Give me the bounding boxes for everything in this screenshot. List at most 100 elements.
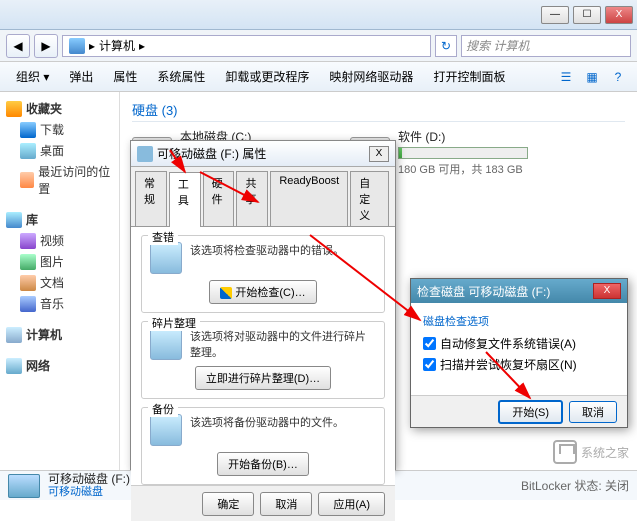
group-title: 查错 [148, 229, 178, 245]
checkdisk-title: 检查磁盘 可移动磁盘 (F:) [417, 283, 593, 300]
checkdisk-body: 磁盘检查选项 自动修复文件系统错误(A) 扫描并尝试恢复坏扇区(N) [411, 303, 627, 395]
preview-icon[interactable]: ▦ [581, 66, 603, 88]
sidebar: 收藏夹下载桌面最近访问的位置库视频图片文档音乐计算机网络 [0, 92, 120, 470]
checkdisk-option[interactable]: 扫描并尝试恢复坏扇区(N) [423, 356, 615, 373]
sidebar-group-label: 收藏夹 [26, 100, 62, 117]
mus-icon [20, 296, 36, 312]
drive-usage-bar [398, 147, 528, 159]
checkdisk-section: 磁盘检查选项 [423, 313, 615, 329]
group-icon [150, 414, 182, 446]
watermark-text: 系统之家 [581, 444, 629, 461]
watermark-icon [553, 440, 577, 464]
minimize-button[interactable]: — [541, 6, 569, 24]
watermark: 系统之家 [553, 440, 629, 464]
checkdisk-option[interactable]: 自动修复文件系统错误(A) [423, 335, 615, 352]
refresh-button[interactable]: ↻ [435, 35, 457, 57]
sidebar-item[interactable]: 最近访问的位置 [4, 161, 115, 199]
toolbar-organize[interactable]: 组织 ▾ [8, 65, 57, 88]
group-title: 碎片整理 [148, 315, 200, 331]
group-icon [150, 328, 182, 360]
forward-button[interactable]: ▶ [34, 34, 58, 58]
sidebar-group-label: 计算机 [26, 326, 62, 343]
group-查错: 查错 该选项将检查驱动器中的错误。 开始检查(C)… [141, 235, 385, 313]
checkbox[interactable] [423, 358, 436, 371]
sidebar-group[interactable]: 库 [4, 209, 115, 230]
view-icon[interactable]: ☰ [555, 66, 577, 88]
sidebar-item[interactable]: 文档 [4, 272, 115, 293]
tab-0[interactable]: 常规 [135, 171, 167, 226]
drive-icon [8, 474, 40, 498]
sidebar-item[interactable]: 下载 [4, 119, 115, 140]
sidebar-group-label: 库 [26, 211, 38, 228]
sidebar-item[interactable]: 音乐 [4, 293, 115, 314]
recent-icon [20, 172, 34, 188]
search-placeholder: 搜索 计算机 [466, 37, 529, 54]
search-input[interactable]: 搜索 计算机 [461, 35, 631, 57]
tab-4[interactable]: ReadyBoost [270, 171, 348, 226]
sidebar-group-label: 网络 [26, 357, 50, 374]
shield-icon [220, 287, 232, 299]
vid-icon [20, 233, 36, 249]
group-button[interactable]: 立即进行碎片整理(D)… [195, 366, 331, 390]
dialog-tabs: 常规工具硬件共享ReadyBoost自定义 [131, 167, 395, 227]
group-备份: 备份 该选项将备份驱动器中的文件。 开始备份(B)… [141, 407, 385, 485]
comp-icon [6, 327, 22, 343]
tab-1[interactable]: 工具 [169, 172, 201, 227]
status-drive-name: 可移动磁盘 (F:) [48, 472, 130, 486]
toolbar-properties[interactable]: 属性 [105, 65, 145, 88]
toolbar-mapdrive[interactable]: 映射网络驱动器 [321, 65, 421, 88]
close-button[interactable]: X [605, 6, 633, 24]
section-hdd: 硬盘 (3) [132, 100, 625, 122]
dialog-titlebar[interactable]: 可移动磁盘 (F:) 属性 X [131, 141, 395, 167]
toolbar-uninstall[interactable]: 卸载或更改程序 [217, 65, 317, 88]
drive-name: 软件 (D:) [398, 128, 528, 145]
breadcrumb[interactable]: ▸ 计算机 ▸ [62, 35, 431, 57]
group-碎片整理: 碎片整理 该选项将对驱动器中的文件进行碎片整理。 立即进行碎片整理(D)… [141, 321, 385, 399]
dialog-close-button[interactable]: X [369, 146, 389, 162]
sidebar-group[interactable]: 网络 [4, 355, 115, 376]
sidebar-item-label: 桌面 [40, 142, 64, 159]
checkdisk-close-button[interactable]: X [593, 283, 621, 299]
cancel-button[interactable]: 取消 [260, 492, 312, 516]
sidebar-item[interactable]: 图片 [4, 251, 115, 272]
breadcrumb-sep: ▸ [89, 39, 95, 53]
option-label: 扫描并尝试恢复坏扇区(N) [440, 356, 577, 373]
maximize-button[interactable]: ☐ [573, 6, 601, 24]
sidebar-item-label: 最近访问的位置 [38, 163, 113, 197]
breadcrumb-sep: ▸ [139, 39, 145, 53]
sidebar-item-label: 视频 [40, 232, 64, 249]
ok-button[interactable]: 确定 [202, 492, 254, 516]
group-button[interactable]: 开始备份(B)… [217, 452, 309, 476]
sidebar-item-label: 音乐 [40, 295, 64, 312]
tab-5[interactable]: 自定义 [350, 171, 389, 226]
doc-icon [20, 275, 36, 291]
sidebar-group[interactable]: 计算机 [4, 324, 115, 345]
group-icon [150, 242, 182, 274]
checkdisk-titlebar[interactable]: 检查磁盘 可移动磁盘 (F:) X [411, 279, 627, 303]
sidebar-item-label: 文档 [40, 274, 64, 291]
dialog-body: 查错 该选项将检查驱动器中的错误。 开始检查(C)… 碎片整理 该选项将对驱动器… [131, 227, 395, 485]
drive-icon [137, 146, 153, 162]
cancel-button[interactable]: 取消 [569, 401, 617, 423]
apply-button[interactable]: 应用(A) [318, 492, 385, 516]
group-button[interactable]: 开始检查(C)… [209, 280, 316, 304]
toolbar-controlpanel[interactable]: 打开控制面板 [425, 65, 513, 88]
computer-icon [69, 38, 85, 54]
sidebar-item-label: 下载 [40, 121, 64, 138]
help-icon[interactable]: ? [607, 66, 629, 88]
tab-3[interactable]: 共享 [236, 171, 268, 226]
sidebar-group[interactable]: 收藏夹 [4, 98, 115, 119]
sidebar-item[interactable]: 桌面 [4, 140, 115, 161]
address-bar: ◀ ▶ ▸ 计算机 ▸ ↻ 搜索 计算机 [0, 30, 637, 62]
tab-2[interactable]: 硬件 [203, 171, 235, 226]
group-text: 该选项将检查驱动器中的错误。 [190, 242, 376, 258]
toolbar-eject[interactable]: 弹出 [61, 65, 101, 88]
status-bitlocker: BitLocker 状态: 关闭 [521, 477, 629, 494]
toolbar-sysprops[interactable]: 系统属性 [149, 65, 213, 88]
sidebar-item[interactable]: 视频 [4, 230, 115, 251]
start-button[interactable]: 开始(S) [498, 400, 563, 424]
checkbox[interactable] [423, 337, 436, 350]
properties-dialog: 可移动磁盘 (F:) 属性 X 常规工具硬件共享ReadyBoost自定义 查错… [130, 140, 396, 470]
sidebar-item-label: 图片 [40, 253, 64, 270]
back-button[interactable]: ◀ [6, 34, 30, 58]
